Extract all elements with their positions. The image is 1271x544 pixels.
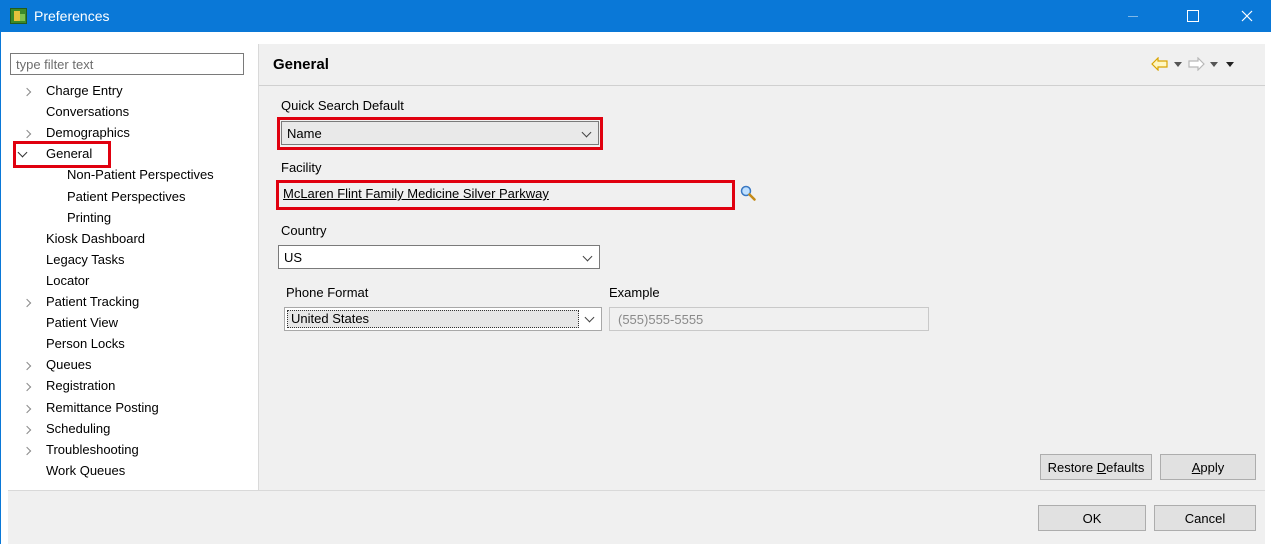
example-field: (555)555-5555 [609,307,929,331]
chevron-right-icon[interactable] [22,440,32,460]
phone-format-label: Phone Format [286,285,369,300]
forward-arrow-icon[interactable] [1187,57,1205,71]
chevron-right-icon[interactable] [22,123,32,143]
chevron-right-icon[interactable] [22,81,32,101]
tree-item-label: Non-Patient Perspectives [67,167,214,183]
chevron-down-icon [582,251,593,262]
close-button[interactable] [1224,0,1270,32]
restore-defaults-label-post: efaults [1106,459,1145,475]
phone-format-value: United States [287,310,579,328]
tree-item-label: Troubleshooting [46,441,139,457]
country-select[interactable]: US [278,245,600,269]
tree-item-label: Registration [46,378,116,394]
tree-item-label: Demographics [46,125,130,141]
facility-label: Facility [281,160,322,175]
apply-mnemonic: A [1191,459,1201,475]
tree-item-label: Locator [46,272,90,288]
chevron-right-icon[interactable] [22,419,32,439]
restore-defaults-button[interactable]: Restore Defaults [1040,454,1152,480]
filter-input[interactable] [10,53,244,75]
tree-item-label: Patient View [46,315,119,331]
country-label: Country [281,223,327,238]
chevron-right-icon[interactable] [22,398,32,418]
chevron-right-icon[interactable] [22,355,32,375]
close-icon [1241,10,1253,22]
search-icon[interactable] [740,185,756,201]
tree-item-label: Printing [67,209,112,225]
quick-search-label: Quick Search Default [281,98,404,113]
tree-item-label: Patient Perspectives [67,188,186,204]
tree-item-label: Work Queues [46,462,126,478]
tree-item-label: Queues [46,357,92,373]
tree-item-label: Conversations [46,104,130,120]
tree-item-label: Charge Entry [46,83,123,98]
window-title: Preferences [34,8,110,24]
cancel-button[interactable]: Cancel [1154,505,1256,531]
window-border [0,32,1,544]
tree-item-label: Person Locks [46,336,125,352]
quick-search-select[interactable]: Name [281,121,599,145]
tree-item-label: Legacy Tasks [46,251,125,267]
restore-defaults-mnemonic: D [1096,459,1107,475]
ok-button[interactable]: OK [1038,505,1146,531]
quick-search-value: Name [287,125,322,141]
chevron-right-icon[interactable] [22,292,32,312]
page-title: General [273,56,329,73]
back-dropdown-icon[interactable] [1174,61,1182,67]
country-value: US [284,249,303,265]
apply-label-post: pply [1200,459,1225,475]
chevron-down-icon [581,127,592,138]
chevron-down-icon[interactable] [18,144,28,164]
title-bar: Preferences [0,0,1271,32]
view-menu-icon[interactable] [1226,61,1234,67]
phone-format-select[interactable]: United States [284,307,602,331]
history-nav [1151,56,1237,72]
tree-item-label: Patient Tracking [46,294,140,309]
tree-item-label: Kiosk Dashboard [46,230,145,246]
chevron-down-icon [579,308,601,330]
minimize-button[interactable] [1110,0,1156,32]
back-arrow-icon[interactable] [1151,57,1169,71]
facility-link[interactable]: McLaren Flint Family Medicine Silver Par… [283,186,549,201]
tree-item-label: Scheduling [46,420,111,436]
restore-defaults-label-pre: Restore [1047,459,1097,475]
page-header [259,44,1265,86]
tree-item-label: General [46,146,93,162]
maximize-button[interactable] [1170,0,1216,32]
app-icon [10,8,27,24]
example-label: Example [609,285,660,300]
apply-button[interactable]: Apply [1160,454,1256,480]
forward-dropdown-icon[interactable] [1210,61,1218,67]
chevron-right-icon[interactable] [22,376,32,396]
tree-item-label: Remittance Posting [46,399,159,415]
